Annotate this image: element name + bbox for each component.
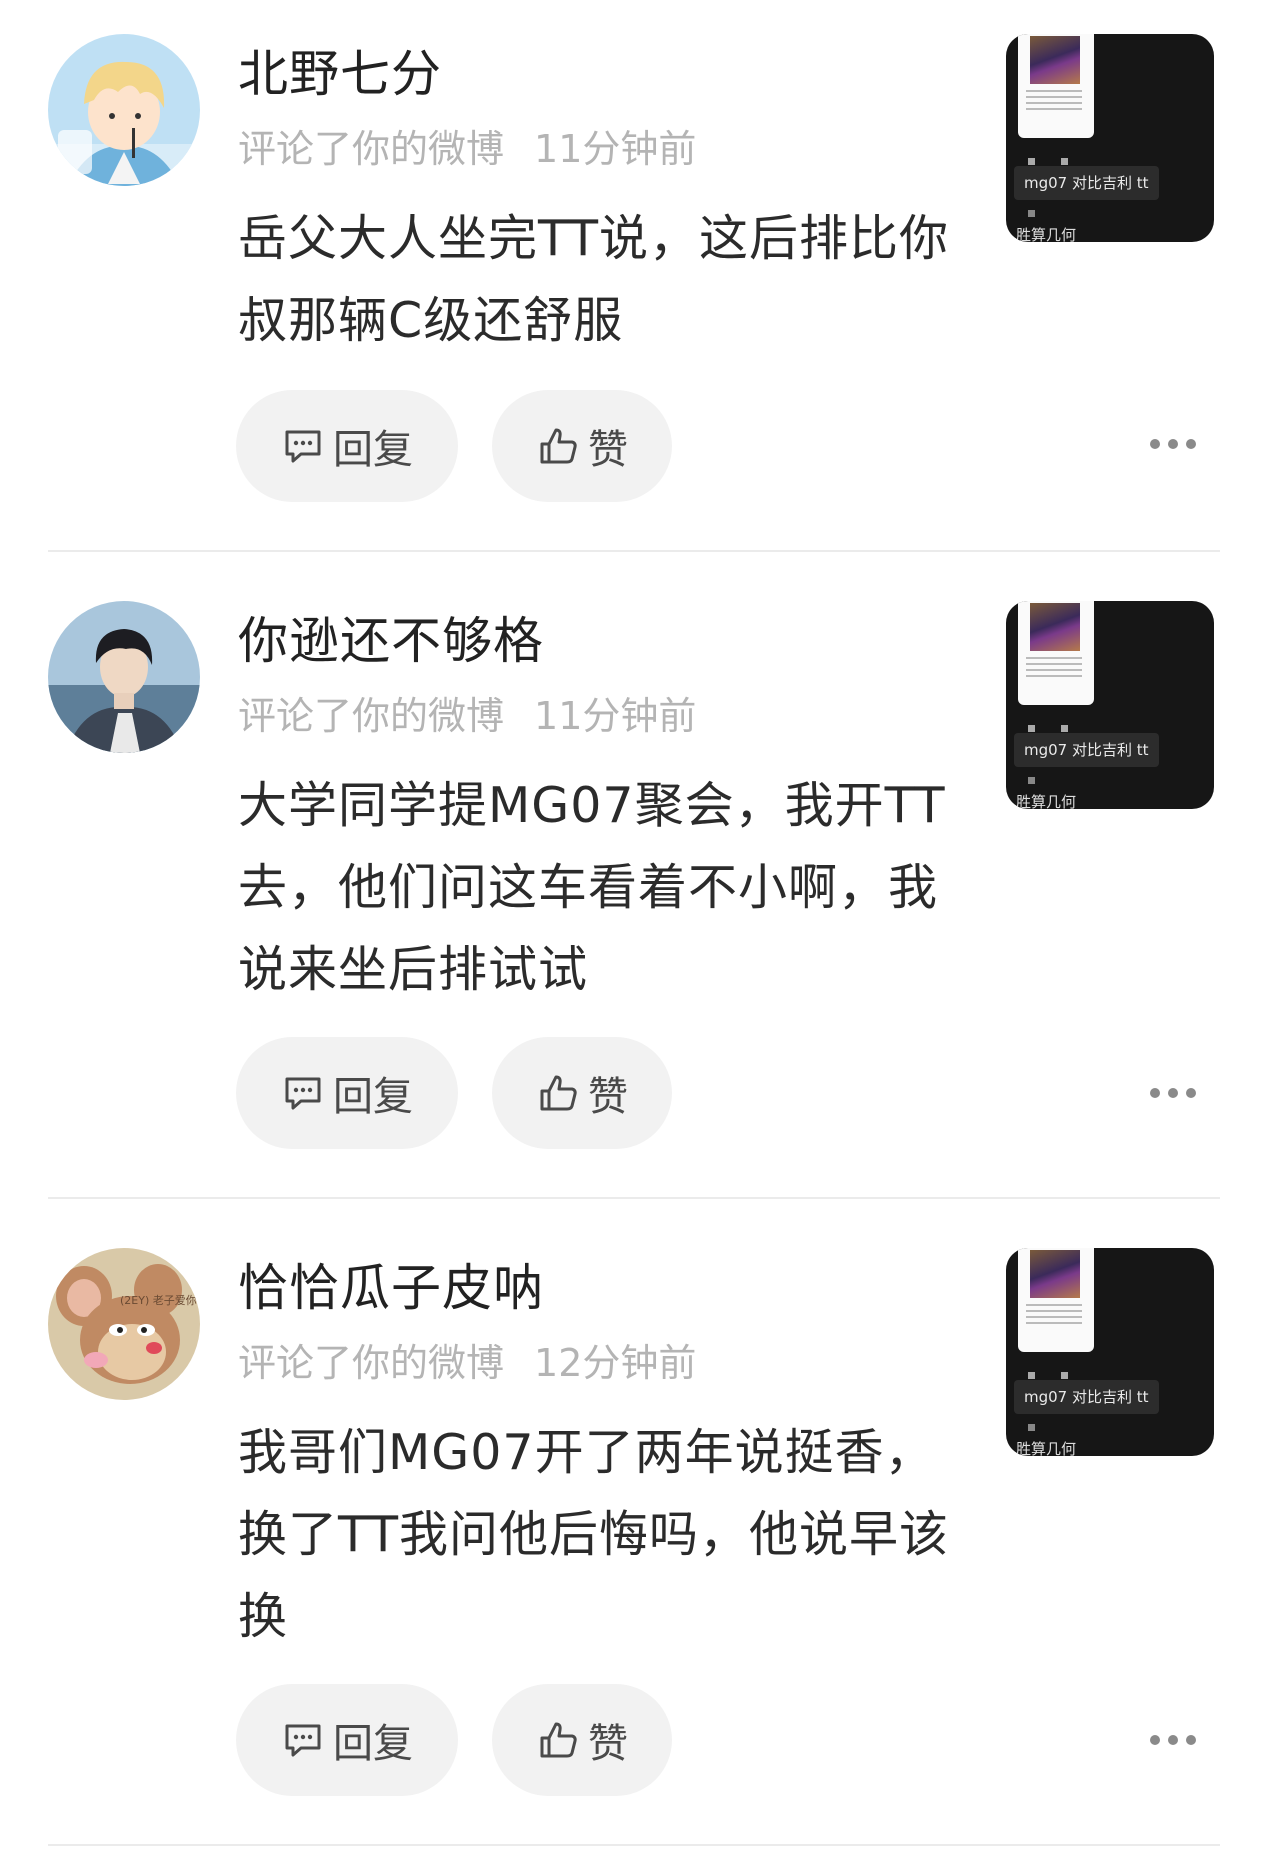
thumbs-up-icon: [540, 428, 577, 464]
car-image: [1030, 1250, 1080, 1298]
divider: [48, 550, 1220, 552]
timestamp: 12分钟前: [534, 1341, 697, 1385]
notification-feed: 北野七分 评论了你的微博 11分钟前 岳父大人坐完TT说，这后排比你叔那辆C级还舒…: [0, 0, 1276, 1874]
thumbnail-caption: 胜算几何: [1016, 1440, 1077, 1456]
like-label: 赞: [588, 1074, 628, 1120]
comment-meta: 评论了你的微博 12分钟前: [238, 1332, 696, 1387]
car-image: [1030, 603, 1080, 651]
action-text: 评论了你的微博: [238, 127, 505, 171]
comment-icon: [285, 1724, 321, 1757]
post-thumbnail[interactable]: mg07 对比吉利 tt 胜算几何: [1006, 601, 1214, 809]
post-thumbnail[interactable]: mg07 对比吉利 tt 胜算几何: [1006, 34, 1214, 242]
avatar[interactable]: [48, 34, 200, 186]
thumbnail-phone-preview: [1018, 34, 1094, 138]
comment-icon: [285, 1077, 321, 1110]
reply-label: 回复: [333, 427, 413, 473]
like-button[interactable]: 赞: [492, 1037, 672, 1149]
post-thumbnail[interactable]: mg07 对比吉利 tt 胜算几何: [1006, 1248, 1214, 1456]
thumbnail-tag: mg07 对比吉利 tt: [1014, 1380, 1159, 1414]
more-options-icon[interactable]: [1150, 1083, 1196, 1103]
avatar[interactable]: (2EY) 老子爱你: [48, 1248, 200, 1400]
thumbnail-caption: 胜算几何: [1016, 226, 1077, 242]
action-text: 评论了你的微博: [238, 694, 505, 738]
reply-label: 回复: [333, 1074, 413, 1120]
more-options-icon[interactable]: [1150, 1730, 1196, 1750]
username[interactable]: 恰恰瓜子皮呐: [238, 1248, 544, 1320]
reply-button[interactable]: 回复: [236, 1684, 458, 1796]
like-label: 赞: [588, 1721, 628, 1767]
reply-button[interactable]: 回复: [236, 390, 458, 502]
thumbs-up-icon: [540, 1722, 577, 1758]
like-button[interactable]: 赞: [492, 390, 672, 502]
avatar-blond-boy-icon: [48, 34, 200, 186]
like-button[interactable]: 赞: [492, 1684, 672, 1796]
thumbnail-caption: 胜算几何: [1016, 793, 1077, 809]
comment-meta: 评论了你的微博 11分钟前: [238, 118, 696, 173]
timestamp: 11分钟前: [534, 127, 697, 171]
divider: [48, 1844, 1220, 1846]
more-options-icon[interactable]: [1150, 434, 1196, 454]
thumbnail-phone-preview: [1018, 1248, 1094, 1352]
avatar[interactable]: [48, 601, 200, 753]
thumbnail-phone-preview: [1018, 601, 1094, 705]
thumbnail-tag: mg07 对比吉利 tt: [1014, 166, 1159, 200]
comment-icon: [285, 430, 321, 463]
svg-text:(2EY) 老子爱你: (2EY) 老子爱你: [120, 1294, 197, 1307]
reply-label: 回复: [333, 1721, 413, 1767]
comment-meta: 评论了你的微博 11分钟前: [238, 685, 696, 740]
avatar-cartoon-mouse-icon: (2EY) 老子爱你: [48, 1248, 200, 1400]
comment-text: 我哥们MG07开了两年说挺香，换了TT我问他后悔吗，他说早该换: [238, 1424, 950, 1645]
username[interactable]: 你逊还不够格: [238, 601, 544, 673]
comment-text: 岳父大人坐完TT说，这后排比你叔那辆C级还舒服: [238, 210, 950, 349]
action-text: 评论了你的微博: [238, 1341, 505, 1385]
thumbnail-tag: mg07 对比吉利 tt: [1014, 733, 1159, 767]
thumbs-up-icon: [540, 1075, 577, 1111]
car-image: [1030, 36, 1080, 84]
username[interactable]: 北野七分: [238, 34, 442, 106]
reply-button[interactable]: 回复: [236, 1037, 458, 1149]
avatar-young-man-icon: [48, 601, 200, 753]
like-label: 赞: [588, 427, 628, 473]
comment-text: 大学同学提MG07聚会，我开TT去，他们问这车看着不小啊，我说来坐后排试试: [238, 777, 946, 998]
divider: [48, 1197, 1220, 1199]
timestamp: 11分钟前: [534, 694, 697, 738]
